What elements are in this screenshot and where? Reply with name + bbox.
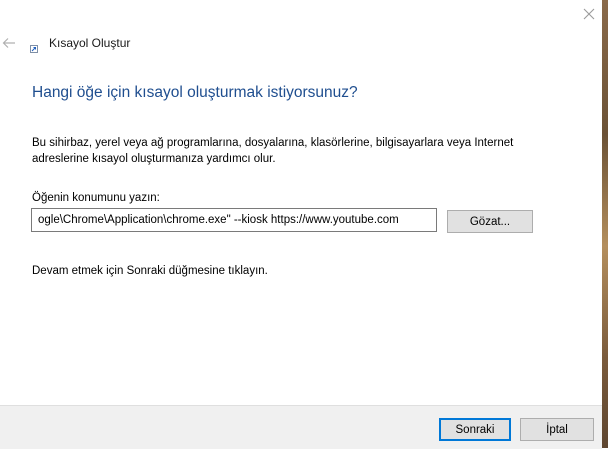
location-label: Öğenin konumunu yazın: <box>32 192 160 204</box>
desktop-wallpaper-edge <box>602 0 608 448</box>
next-button[interactable]: Sonraki <box>439 418 511 441</box>
next-hint: Devam etmek için Sonraki düğmesine tıkla… <box>32 265 268 277</box>
location-input[interactable]: ogle\Chrome\Application\chrome.exe" --ki… <box>31 208 437 232</box>
close-icon <box>583 8 595 20</box>
back-button[interactable] <box>0 34 18 52</box>
close-button[interactable] <box>574 0 604 28</box>
location-input-value: ogle\Chrome\Application\chrome.exe" --ki… <box>38 214 399 226</box>
wizard-heading: Hangi öğe için kısayol oluşturmak istiyo… <box>32 84 358 101</box>
cancel-button[interactable]: İptal <box>520 418 594 441</box>
browse-button[interactable]: Gözat... <box>447 210 533 233</box>
shortcut-app-icon <box>30 40 38 53</box>
back-arrow-icon <box>2 38 15 48</box>
wizard-footer <box>0 405 602 449</box>
window-title: Kısayol Oluştur <box>49 36 131 50</box>
wizard-description: Bu sihirbaz, yerel veya ağ programlarına… <box>32 137 514 165</box>
